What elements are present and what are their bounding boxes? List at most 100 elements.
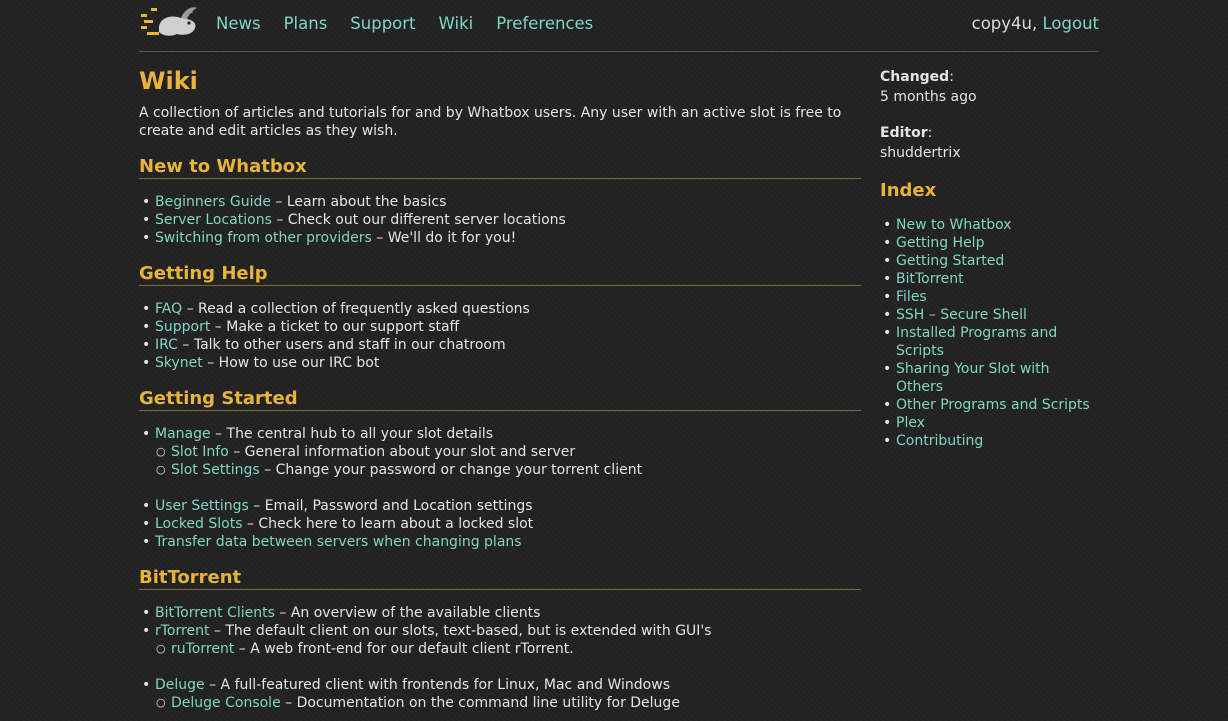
index-link-new-to-whatbox[interactable]: New to Whatbox [896, 217, 1012, 233]
link-slot-settings[interactable]: Slot Settings [171, 462, 260, 478]
index-link-installed-programs[interactable]: Installed Programs and Scripts [896, 325, 1057, 359]
nav-wiki[interactable]: Wiki [439, 14, 474, 33]
index-link-sharing-slot[interactable]: Sharing Your Slot with Others [896, 361, 1050, 395]
nav-preferences[interactable]: Preferences [496, 14, 593, 33]
link-beginners-guide[interactable]: Beginners Guide [155, 194, 271, 210]
index-list: New to Whatbox Getting Help Getting Star… [880, 216, 1099, 450]
editor-value: shuddertrix [880, 145, 961, 161]
section-getting-started: Getting Started Manage – The central hub… [139, 388, 861, 551]
sidebar: Changed: 5 months ago Editor: shuddertri… [880, 66, 1099, 450]
list-item: Locked Slots – Check here to learn about… [139, 515, 861, 533]
link-manage[interactable]: Manage [155, 426, 211, 442]
index-item: Contributing [880, 432, 1099, 450]
list-spacer [139, 479, 861, 497]
user-separator: , [1032, 14, 1043, 33]
section-list: FAQ – Read a collection of frequently as… [139, 300, 861, 372]
item-description: – Talk to other users and staff in our c… [177, 337, 506, 353]
list-subitem: ruTorrent – A web front-end for our defa… [139, 640, 861, 658]
section-list: BitTorrent Clients – An overview of the … [139, 604, 861, 712]
link-skynet[interactable]: Skynet [155, 355, 203, 371]
main-nav: News Plans Support Wiki Preferences [216, 14, 593, 33]
item-description: – Documentation on the command line util… [280, 695, 680, 711]
index-item: Getting Started [880, 252, 1099, 270]
link-locked-slots[interactable]: Locked Slots [155, 516, 243, 532]
item-description: – Change your password or change your to… [259, 462, 643, 478]
item-description: – A full-featured client with frontends … [204, 677, 670, 693]
index-link-plex[interactable]: Plex [896, 415, 925, 431]
list-item: FAQ – Read a collection of frequently as… [139, 300, 861, 318]
index-link-bittorrent[interactable]: BitTorrent [896, 271, 964, 287]
link-slot-info[interactable]: Slot Info [171, 444, 229, 460]
list-spacer [139, 658, 861, 676]
list-item: Switching from other providers – We'll d… [139, 229, 861, 247]
section-list: Manage – The central hub to all your slo… [139, 425, 861, 551]
item-description: – Check here to learn about a locked slo… [242, 516, 534, 532]
index-link-files[interactable]: Files [896, 289, 927, 305]
link-rutorrent[interactable]: ruTorrent [171, 641, 234, 657]
link-switching-providers[interactable]: Switching from other providers [155, 230, 372, 246]
changed-label: Changed: [880, 69, 954, 85]
link-transfer-data[interactable]: Transfer data between servers when chang… [155, 534, 522, 550]
link-bittorrent-clients[interactable]: BitTorrent Clients [155, 605, 275, 621]
section-bittorrent: BitTorrent BitTorrent Clients – An overv… [139, 567, 861, 712]
list-item: IRC – Talk to other users and staff in o… [139, 336, 861, 354]
index-item: Sharing Your Slot with Others [880, 360, 1099, 396]
item-description: – Check out our different server locatio… [271, 212, 566, 228]
page-intro: A collection of articles and tutorials f… [139, 105, 842, 139]
index-title: Index [880, 180, 937, 201]
index-item: SSH – Secure Shell [880, 306, 1099, 324]
list-item: Deluge – A full-featured client with fro… [139, 676, 861, 694]
list-item: User Settings – Email, Password and Loca… [139, 497, 861, 515]
nav-plans[interactable]: Plans [284, 14, 328, 33]
whatbox-rabbit-logo[interactable] [141, 6, 199, 40]
top-header: News Plans Support Wiki Preferences copy… [139, 0, 1099, 52]
list-subitem: Deluge Console – Documentation on the co… [139, 694, 861, 712]
link-user-settings[interactable]: User Settings [155, 498, 249, 514]
main-content: Wiki A collection of articles and tutori… [139, 66, 861, 712]
section-heading: Getting Started [139, 388, 861, 411]
index-item: BitTorrent [880, 270, 1099, 288]
section-heading: BitTorrent [139, 567, 861, 590]
section-heading: New to Whatbox [139, 156, 861, 179]
list-item: Beginners Guide – Learn about the basics [139, 193, 861, 211]
index-item: Installed Programs and Scripts [880, 324, 1099, 360]
section-new-to-whatbox: New to Whatbox Beginners Guide – Learn a… [139, 156, 861, 247]
list-item: BitTorrent Clients – An overview of the … [139, 604, 861, 622]
list-item: Transfer data between servers when chang… [139, 533, 861, 551]
section-list: Beginners Guide – Learn about the basics… [139, 193, 861, 247]
changed-label-text: Changed [880, 69, 950, 85]
index-link-other-programs[interactable]: Other Programs and Scripts [896, 397, 1090, 413]
index-item: Files [880, 288, 1099, 306]
link-rtorrent[interactable]: rTorrent [155, 623, 209, 639]
list-item: Server Locations – Check out our differe… [139, 211, 861, 229]
item-description: – Learn about the basics [270, 194, 447, 210]
item-description: – General information about your slot an… [228, 444, 576, 460]
index-item: New to Whatbox [880, 216, 1099, 234]
item-description: – Read a collection of frequently asked … [182, 301, 530, 317]
item-description: – Email, Password and Location settings [248, 498, 533, 514]
item-description: – A web front-end for our default client… [234, 641, 574, 657]
link-faq[interactable]: FAQ [155, 301, 182, 317]
username: copy4u [971, 14, 1032, 33]
link-server-locations[interactable]: Server Locations [155, 212, 272, 228]
list-subitem: Slot Info – General information about yo… [139, 443, 861, 461]
link-deluge-console[interactable]: Deluge Console [171, 695, 281, 711]
index-link-contributing[interactable]: Contributing [896, 433, 983, 449]
link-deluge[interactable]: Deluge [155, 677, 205, 693]
logout-link[interactable]: Logout [1043, 14, 1100, 33]
index-link-getting-help[interactable]: Getting Help [896, 235, 984, 251]
nav-support[interactable]: Support [350, 14, 415, 33]
section-getting-help: Getting Help FAQ – Read a collection of … [139, 263, 861, 372]
index-link-ssh[interactable]: SSH – Secure Shell [896, 307, 1027, 323]
item-description: – An overview of the available clients [274, 605, 541, 621]
index-item: Other Programs and Scripts [880, 396, 1099, 414]
item-description: – We'll do it for you! [371, 230, 517, 246]
index-link-getting-started[interactable]: Getting Started [896, 253, 1004, 269]
item-description: – How to use our IRC bot [202, 355, 380, 371]
link-support[interactable]: Support [155, 319, 210, 335]
link-irc[interactable]: IRC [155, 337, 178, 353]
item-description: – The central hub to all your slot detai… [210, 426, 494, 442]
list-item: Support – Make a ticket to our support s… [139, 318, 861, 336]
nav-news[interactable]: News [216, 14, 261, 33]
list-item: rTorrent – The default client on our slo… [139, 622, 861, 640]
